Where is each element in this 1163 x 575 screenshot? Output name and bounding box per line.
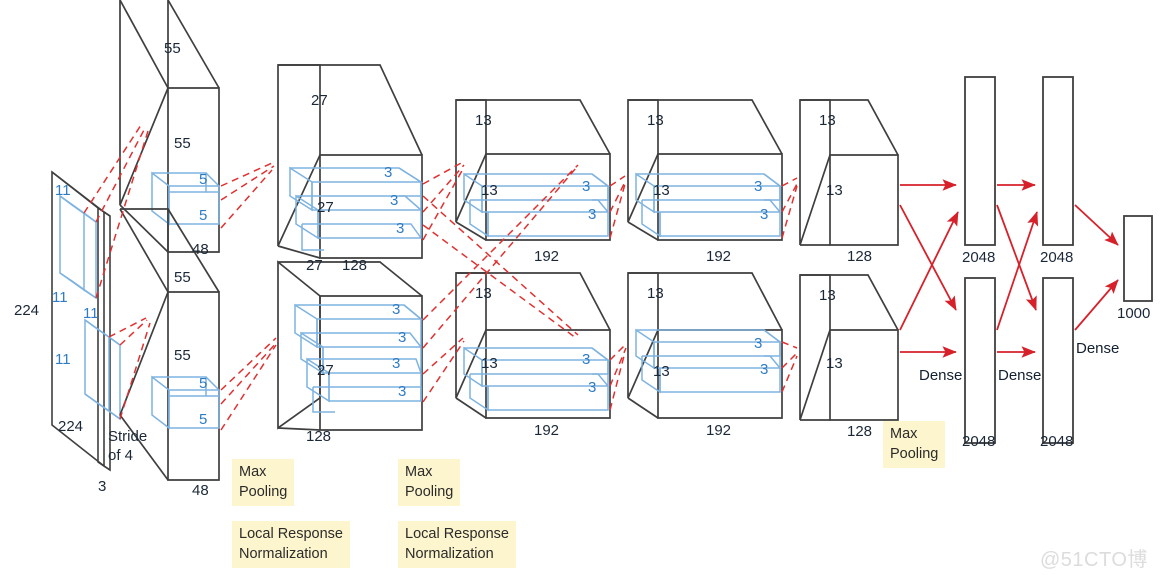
conv2-bottom-kernel-label-3: 3 [392, 355, 401, 372]
conv1-top-kernel [151, 171, 220, 226]
input-kernel-label-2: 11 [52, 289, 68, 306]
fc7-bottom-bar [1042, 277, 1074, 444]
conv1-bottom-height-label: 55 [174, 347, 191, 364]
conv1-bottom-channels-label: 48 [192, 482, 209, 499]
conv1-bottom-kernel-label-2: 5 [199, 411, 208, 428]
conv5-top-height-label: 13 [826, 182, 843, 199]
conv2-top-kernel-label-2: 3 [390, 192, 399, 209]
conv3-bottom-kernel-label-2: 3 [588, 379, 597, 396]
conv4-top-kernel-label-2: 3 [760, 206, 769, 223]
conv4-top-kernel-label-1: 3 [754, 178, 763, 195]
conv3-bottom-depth-label: 13 [475, 285, 492, 302]
fc7-top-label: 2048 [1040, 249, 1074, 266]
conv2-top-width-label: 27 [306, 257, 323, 274]
watermark: @51CTO博客 [1040, 549, 1148, 571]
conv1-top-channels-label: 48 [192, 241, 209, 258]
conv4-top-height-label: 13 [653, 182, 670, 199]
conv1-bottom-depth-label: 55 [174, 269, 191, 286]
conv3-top-height-label: 13 [481, 182, 498, 199]
conv1-top-depth-label: 55 [164, 40, 181, 57]
conv5-bottom-depth-label: 13 [819, 287, 836, 304]
input-height-label: 224 [14, 302, 40, 319]
conv4-bottom-depth-label: 13 [647, 285, 664, 302]
conv5-top-depth-label: 13 [819, 112, 836, 129]
conv4-top-depth-label: 13 [647, 112, 664, 129]
conv2-top-depth-label: 27 [311, 92, 328, 109]
fc7-bottom-label: 2048 [1040, 433, 1074, 450]
projection-lines [83, 124, 799, 431]
diagram-vector-layer [51, 0, 1153, 481]
dense-label-1: Dense [919, 367, 963, 384]
input-width-label: 224 [58, 418, 84, 435]
conv3-top-depth-label: 13 [475, 112, 492, 129]
input-kernel-label-1: 11 [55, 182, 71, 199]
conv2-top-kernel [289, 166, 424, 251]
conv2-bottom-channels-label: 128 [306, 428, 332, 445]
conv3-top-kernel-label-1: 3 [582, 178, 591, 195]
conv2-top-kernel-label-1: 3 [384, 164, 393, 181]
conv3-top-kernel-label-2: 3 [588, 206, 597, 223]
note-max-pooling-1: Max Pooling [232, 459, 295, 506]
fc6-bottom-bar [964, 277, 996, 444]
fc7-top-bar [1042, 76, 1074, 246]
output-bar [1123, 215, 1153, 302]
input-kernel-label-4: 11 [55, 351, 71, 368]
conv3-bottom-kernel-label-1: 3 [582, 351, 591, 368]
conv5-bottom-volume [799, 274, 899, 421]
note-lrn-1: Local Response Normalization [232, 521, 350, 568]
dense-arrows [899, 179, 1119, 358]
note-max-pooling-2: Max Pooling [398, 459, 461, 506]
conv2-bottom-kernel-label-4: 3 [398, 383, 407, 400]
conv4-bottom-channels-label: 192 [706, 422, 732, 439]
stride-note: Stride of 4 [108, 428, 148, 464]
dense-label-2: Dense [998, 367, 1042, 384]
conv4-bottom-height-label: 13 [653, 363, 670, 380]
conv3-top-channels-label: 192 [534, 248, 560, 265]
conv5-top-channels-label: 128 [847, 248, 873, 265]
note-lrn-2: Local Response Normalization [398, 521, 516, 568]
output-label: 1000 [1117, 305, 1151, 322]
conv1-top-kernel-label-2: 5 [199, 207, 208, 224]
conv1-bottom-kernel-label-1: 5 [199, 375, 208, 392]
conv1-top-kernel-label-1: 5 [199, 171, 208, 188]
conv2-top-kernel-label-3: 3 [396, 220, 405, 237]
conv2-bottom-height-label: 27 [317, 362, 334, 379]
fc6-top-bar [964, 76, 996, 246]
input-kernel-label-3: 11 [83, 305, 99, 322]
conv4-bottom-kernel-label-2: 3 [760, 361, 769, 378]
input-depth-label: 3 [98, 478, 107, 495]
conv3-bottom-channels-label: 192 [534, 422, 560, 439]
conv1-bottom-kernel [151, 375, 220, 430]
note-max-pooling-3: Max Pooling [883, 421, 946, 468]
fc6-bottom-label: 2048 [962, 433, 996, 450]
conv5-bottom-height-label: 13 [826, 355, 843, 372]
conv4-top-channels-label: 192 [706, 248, 732, 265]
conv2-bottom-kernel-label-1: 3 [392, 301, 401, 318]
conv3-bottom-height-label: 13 [481, 355, 498, 372]
conv2-top-height-label: 27 [317, 199, 334, 216]
conv2-bottom-kernel-label-2: 3 [398, 329, 407, 346]
fc6-top-label: 2048 [962, 249, 996, 266]
conv2-bottom-volume [277, 260, 423, 431]
conv2-top-channels-label: 128 [342, 257, 368, 274]
conv1-top-height-label: 55 [174, 135, 191, 152]
conv4-bottom-kernel-label-1: 3 [754, 335, 763, 352]
alexnet-diagram: 224 224 3 11 11 11 11 Stride of 4 55 55 … [0, 0, 1163, 575]
dense-label-3: Dense [1076, 340, 1120, 357]
conv5-top-volume [799, 99, 899, 246]
conv5-bottom-channels-label: 128 [847, 423, 873, 440]
